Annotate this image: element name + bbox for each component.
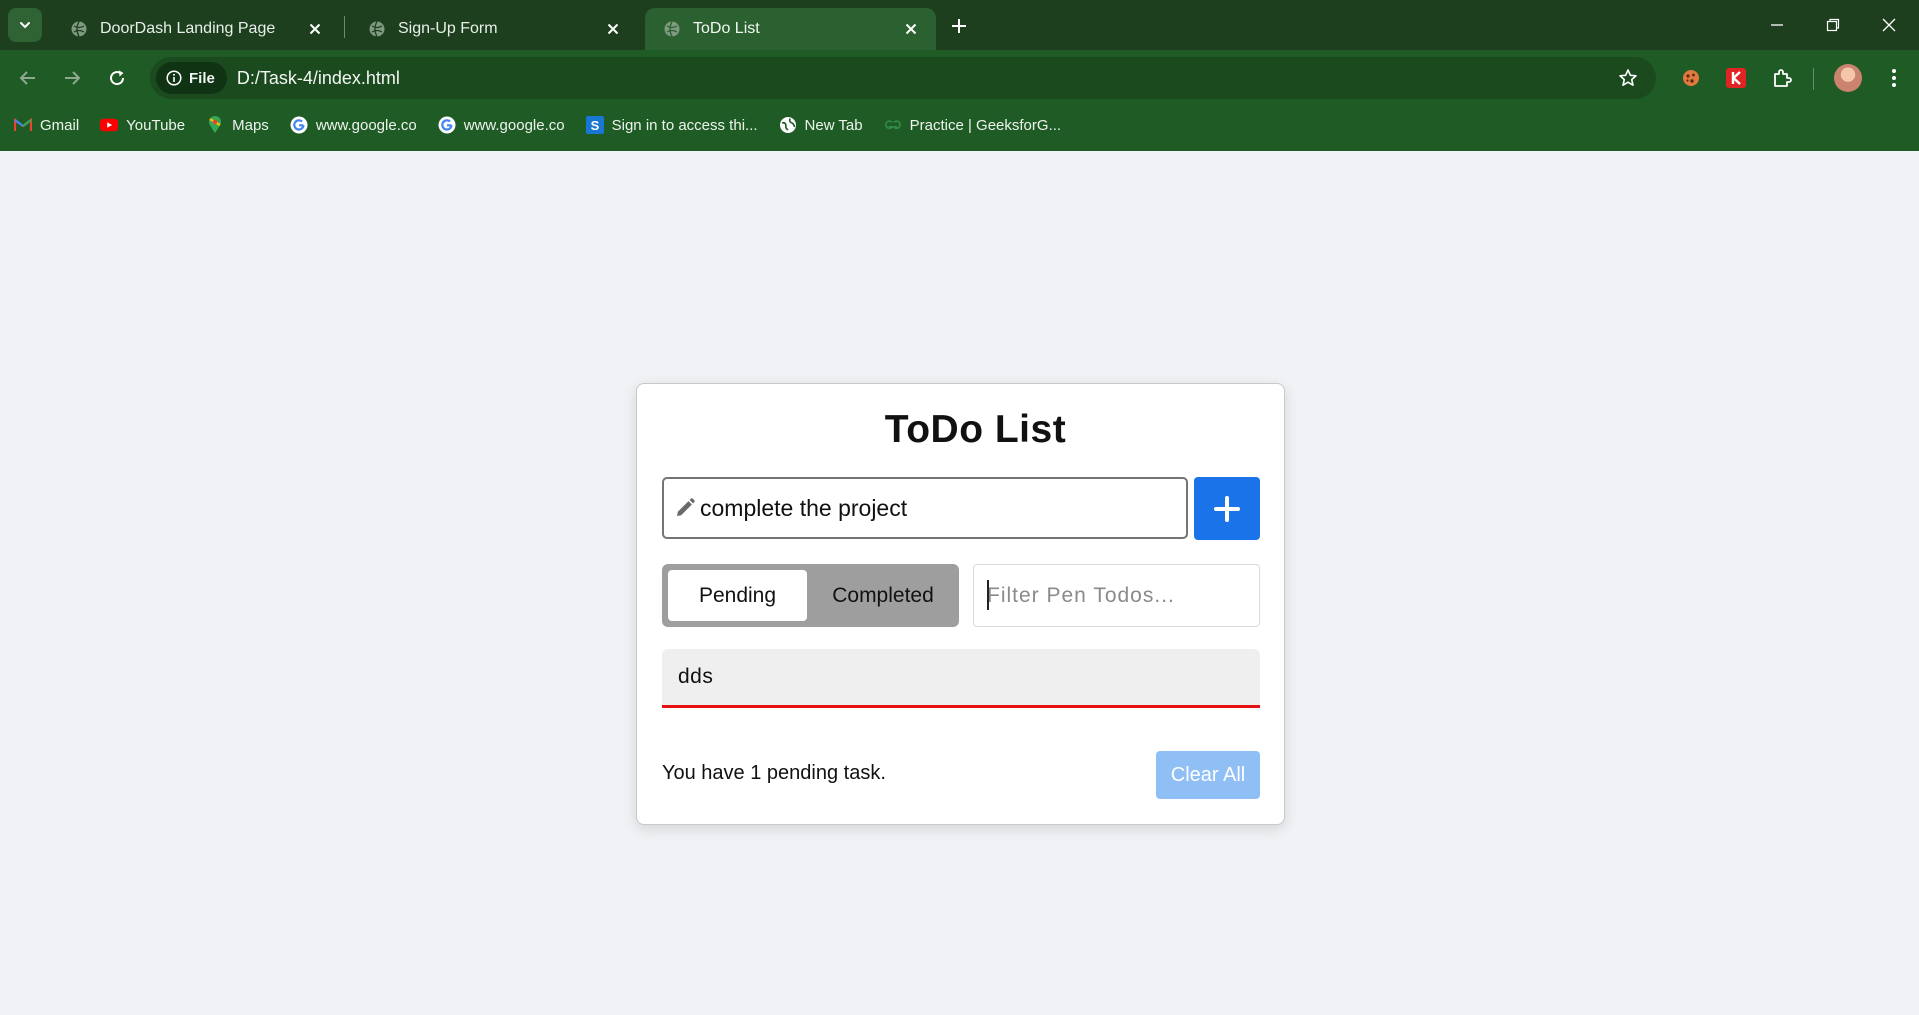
toolbar-divider: [1813, 68, 1814, 90]
browser-menu-button[interactable]: [1876, 60, 1912, 96]
tab-title: DoorDash Landing Page: [100, 20, 276, 37]
bookmark-signin[interactable]: S Sign in to access thi...: [585, 116, 758, 134]
tab-signup[interactable]: Sign-Up Form: [350, 8, 638, 50]
pending-count-text: You have 1 pending task.: [662, 762, 886, 784]
bookmark-label: New Tab: [804, 116, 863, 134]
tab-doordash[interactable]: DoorDash Landing Page: [52, 8, 340, 50]
star-icon: [1619, 69, 1637, 86]
extensions-button[interactable]: [1764, 60, 1800, 96]
close-window-button[interactable]: [1866, 8, 1912, 42]
reload-icon: [110, 70, 125, 86]
bookmark-label: www.google.co: [463, 116, 565, 134]
youtube-icon: [100, 116, 119, 134]
globe-icon: [664, 21, 680, 37]
chevron-down-icon: [20, 22, 30, 29]
plus-icon: [952, 19, 966, 33]
text-caret: [987, 580, 989, 610]
bookmark-google-2[interactable]: www.google.co: [438, 116, 565, 134]
plus-icon: [1214, 495, 1240, 522]
clear-all-button[interactable]: Clear All: [1156, 751, 1260, 799]
tab-todo[interactable]: ToDo List: [645, 8, 936, 50]
bookmark-gmail[interactable]: Gmail: [14, 116, 79, 134]
kebab-menu-icon: [1892, 69, 1896, 87]
bookmark-label: www.google.co: [315, 116, 417, 134]
add-task-button[interactable]: [1194, 477, 1260, 540]
tab-divider: [344, 16, 345, 38]
bookmark-label: YouTube: [126, 116, 186, 134]
bookmark-newtab[interactable]: New Tab: [779, 116, 863, 134]
browser-toolbar: File D:/Task-4/index.html: [0, 50, 1919, 106]
pencil-icon: [677, 498, 695, 516]
globe-icon: [369, 21, 385, 37]
page-title: ToDo List: [884, 408, 1067, 451]
status-toggle: Pending Completed: [662, 564, 959, 627]
bookmark-label: Sign in to access thi...: [611, 116, 758, 134]
task-item[interactable]: dds: [662, 649, 1260, 708]
arrow-left-icon: [19, 71, 35, 85]
close-icon[interactable]: [602, 18, 624, 40]
completed-tab[interactable]: Completed: [807, 570, 959, 621]
forward-button[interactable]: [54, 60, 90, 96]
back-button[interactable]: [10, 60, 46, 96]
task-input-container[interactable]: [662, 477, 1188, 539]
bookmarks-bar: Gmail YouTube Maps www.google.co www.goo…: [0, 106, 1919, 144]
k-extension-icon: [1726, 68, 1746, 88]
site-chip-label: File: [189, 69, 215, 87]
new-tab-button[interactable]: [942, 11, 976, 41]
globe-icon: [779, 116, 797, 134]
tab-search-button[interactable]: [8, 8, 42, 42]
bookmark-gfg[interactable]: Practice | GeeksforG...: [884, 116, 1061, 134]
arrow-right-icon: [65, 71, 81, 85]
google-icon: [290, 116, 308, 134]
k-extension-button[interactable]: [1718, 60, 1754, 96]
reload-button[interactable]: [99, 60, 135, 96]
bookmark-google-1[interactable]: www.google.co: [290, 116, 417, 134]
gfg-icon: [884, 116, 902, 134]
bookmark-youtube[interactable]: YouTube: [100, 116, 185, 134]
gmail-icon: [14, 116, 32, 134]
tab-title: ToDo List: [693, 20, 760, 37]
bookmark-maps[interactable]: Maps: [206, 116, 269, 134]
profile-avatar[interactable]: [1834, 64, 1862, 92]
puzzle-icon: [1774, 69, 1792, 87]
bookmark-label: Maps: [232, 116, 269, 134]
address-bar[interactable]: File D:/Task-4/index.html: [150, 57, 1656, 99]
maps-icon: [206, 116, 224, 134]
s-icon: S: [585, 116, 604, 134]
pending-tab[interactable]: Pending: [668, 570, 807, 621]
google-icon: [438, 116, 456, 134]
minimize-icon: [1771, 24, 1783, 26]
close-icon: [1882, 18, 1896, 32]
globe-icon: [71, 21, 87, 37]
restore-button[interactable]: [1810, 8, 1856, 42]
cookie-extension-button[interactable]: [1673, 60, 1709, 96]
close-icon[interactable]: [304, 18, 326, 40]
cookie-icon: [1683, 70, 1699, 86]
restore-icon: [1826, 18, 1840, 32]
tab-title: Sign-Up Form: [398, 20, 498, 37]
task-input[interactable]: [700, 494, 1170, 522]
todo-card: ToDo List Pending Completed dds You have…: [636, 383, 1285, 825]
site-info-button[interactable]: File: [156, 62, 227, 94]
url-text[interactable]: D:/Task-4/index.html: [237, 68, 1610, 89]
tab-strip: DoorDash Landing Page Sign-Up Form ToDo …: [0, 0, 1919, 50]
browser-chrome: DoorDash Landing Page Sign-Up Form ToDo …: [0, 0, 1919, 151]
close-icon[interactable]: [900, 18, 922, 40]
bookmark-label: Practice | GeeksforG...: [909, 116, 1062, 134]
svg-text:S: S: [590, 118, 599, 133]
info-icon: [166, 70, 182, 86]
minimize-button[interactable]: [1754, 8, 1800, 42]
bookmark-label: Gmail: [40, 116, 80, 134]
filter-input[interactable]: [973, 564, 1260, 627]
bookmark-star-button[interactable]: [1610, 60, 1646, 96]
